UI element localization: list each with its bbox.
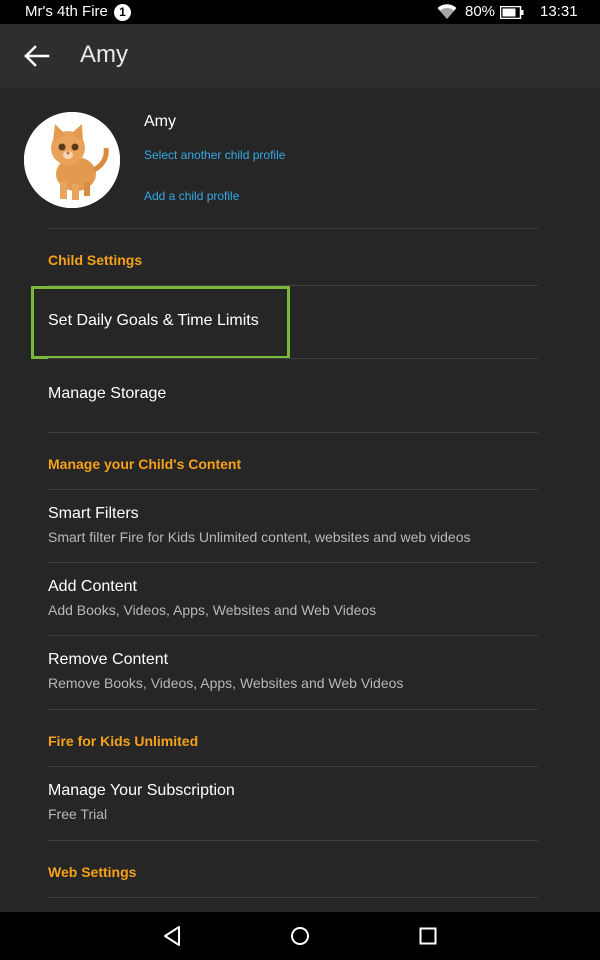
status-bar: Mr's 4th Fire 1 80% 13:31 <box>0 0 600 24</box>
section-header-child-settings: Child Settings <box>48 252 143 268</box>
divider <box>48 228 538 229</box>
remove-content-subtitle: Remove Books, Videos, Apps, Websites and… <box>48 675 404 691</box>
divider <box>48 897 538 898</box>
divider <box>48 840 538 841</box>
divider <box>48 709 538 710</box>
triangle-back-icon[interactable] <box>161 924 185 948</box>
divider <box>48 432 538 433</box>
page-title: Amy <box>80 41 128 68</box>
smart-filters-subtitle: Smart filter Fire for Kids Unlimited con… <box>48 529 471 545</box>
app-bar: Amy <box>0 24 600 88</box>
manage-storage-title: Manage Storage <box>48 385 167 402</box>
clock: 13:31 <box>540 3 578 20</box>
section-header-web: Web Settings <box>48 864 137 880</box>
kitten-photo <box>24 112 120 208</box>
add-content-title: Add Content <box>48 578 137 595</box>
battery-icon <box>500 6 524 19</box>
highlight-box <box>31 286 290 359</box>
navigation-bar <box>0 912 600 960</box>
device-name: Mr's 4th Fire <box>25 3 108 20</box>
profile-name: Amy <box>144 113 176 130</box>
manage-subscription-row[interactable] <box>0 767 600 839</box>
select-another-profile-link[interactable]: Select another child profile <box>144 148 285 162</box>
remove-content-title: Remove Content <box>48 651 169 668</box>
smart-filters-row[interactable] <box>0 490 600 562</box>
add-content-subtitle: Add Books, Videos, Apps, Websites and We… <box>48 602 377 618</box>
section-header-content: Manage your Child's Content <box>48 456 242 472</box>
add-content-row[interactable] <box>0 563 600 635</box>
circle-home-icon[interactable] <box>288 924 312 948</box>
notification-badge: 1 <box>114 4 131 21</box>
avatar <box>24 112 120 208</box>
square-recents-icon[interactable] <box>416 924 440 948</box>
smart-filters-title: Smart Filters <box>48 505 139 522</box>
arrow-back-icon[interactable] <box>22 42 50 70</box>
remove-content-row[interactable] <box>0 636 600 708</box>
manage-subscription-title: Manage Your Subscription <box>48 782 235 799</box>
manage-subscription-subtitle: Free Trial <box>48 806 108 822</box>
battery-percent: 80% <box>465 3 496 20</box>
section-header-unlimited: Fire for Kids Unlimited <box>48 733 199 749</box>
add-child-profile-link[interactable]: Add a child profile <box>144 189 239 203</box>
wifi-icon <box>437 4 457 19</box>
